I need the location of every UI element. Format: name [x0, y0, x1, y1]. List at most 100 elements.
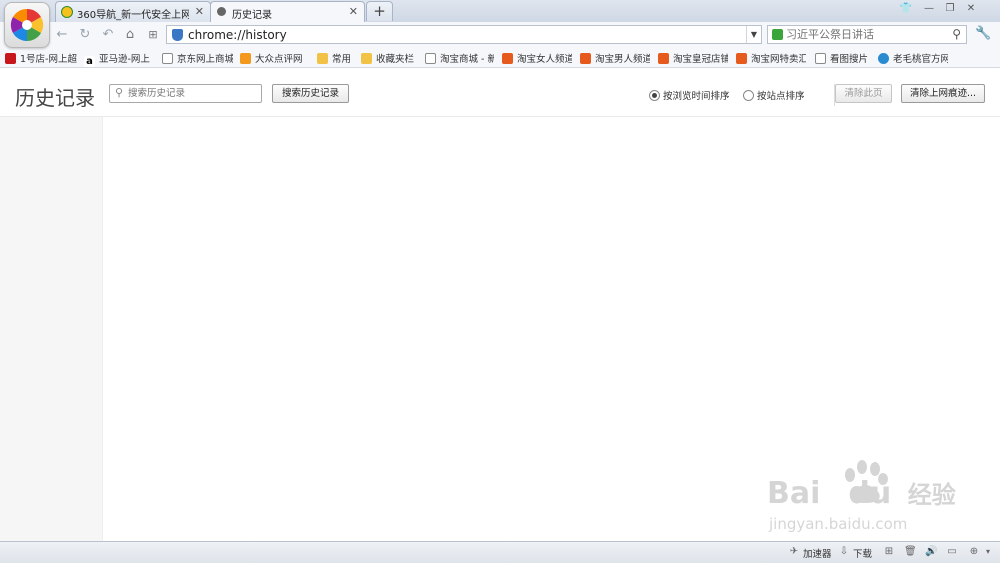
bookmark-folder-common[interactable]: 常用 [317, 51, 357, 65]
clear-history-button[interactable]: 清除上网痕迹... [901, 84, 985, 103]
search-history-button[interactable]: 搜索历史记录 [272, 84, 349, 103]
bookmark-label: 常用 [332, 54, 352, 65]
clear-page-button[interactable]: 清除此页 [835, 84, 892, 103]
radio-selected-icon [649, 90, 660, 101]
bookmarks-bar: 1号店-网上超 a 亚马逊-网上 京东网上商城 大众点评网 常用 收藏夹栏 淘宝商… [0, 47, 1000, 68]
folder-icon [361, 53, 372, 64]
dianping-icon [240, 53, 251, 64]
dropdown-icon[interactable]: ▼ [746, 26, 761, 43]
folder-icon [317, 53, 328, 64]
address-url: chrome://history [188, 28, 287, 42]
yhd-icon [5, 53, 16, 64]
bookmark-jd[interactable]: 京东网上商城 [162, 51, 233, 65]
radio-label: 按站点排序 [757, 91, 805, 102]
watermark-brand-du: du [848, 476, 892, 511]
search-box[interactable]: ⚲ [767, 25, 967, 44]
wrench-icon[interactable]: 🔧 [975, 26, 991, 41]
tab-360-navigation[interactable]: 360导航_新一代安全上网导 ✕ [55, 1, 211, 22]
bookmark-laomaotao[interactable]: 老毛桃官方网 [878, 51, 948, 65]
bookmark-image-search[interactable]: 看图搜片 [815, 51, 873, 65]
window-icon[interactable]: ▭ [946, 546, 958, 558]
search-engine-icon[interactable] [772, 29, 783, 40]
bookmark-taobao-sale[interactable]: 淘宝网特卖汇 [736, 51, 806, 65]
accelerator-label[interactable]: 加速器 [803, 546, 832, 560]
search-icon[interactable]: ⚲ [952, 27, 961, 41]
zoom-icon[interactable]: ⊕ [968, 546, 980, 558]
bookmark-label: 淘宝网特卖汇 [751, 54, 806, 65]
watermark-brand: Bai [767, 476, 821, 511]
bookmark-label: 淘宝女人频道 [517, 54, 572, 65]
accelerator-icon[interactable]: ✈ [788, 546, 800, 558]
bookmark-label: 淘宝皇冠店铺 [673, 54, 728, 65]
watermark-url: jingyan.baidu.com [769, 515, 908, 533]
status-bar: ✈ 加速器 ⇩ 下载 ⊞ 🗑 🔊 ▭ ⊕ ▾ [0, 541, 1000, 563]
bookmark-label: 老毛桃官方网 [893, 54, 948, 65]
trash-icon[interactable]: 🗑 [904, 546, 917, 558]
close-icon[interactable]: ✕ [195, 5, 204, 18]
bookmark-label: 大众点评网 [255, 54, 303, 65]
bookmark-taobao-crown[interactable]: 淘宝皇冠店铺 [658, 51, 728, 65]
chevron-down-icon[interactable]: ▾ [982, 546, 994, 558]
close-icon[interactable]: ✕ [349, 5, 358, 18]
bookmark-label: 京东网上商城 [177, 54, 233, 65]
address-bar[interactable]: chrome://history ▼ [166, 25, 762, 44]
browser-logo[interactable] [4, 2, 50, 48]
page-icon [162, 53, 173, 64]
download-icon[interactable]: ⇩ [838, 546, 850, 558]
watermark-jingyan: 经验 [907, 481, 956, 509]
home-icon[interactable]: ⌂ [122, 27, 138, 43]
bookmark-label: 收藏夹栏 [376, 54, 415, 65]
clock-icon [217, 7, 226, 16]
refresh-icon[interactable]: ↻ [77, 27, 93, 43]
taobao-icon [736, 53, 747, 64]
laomaotao-icon [878, 53, 889, 64]
plus-box-icon[interactable]: ⊞ [883, 546, 895, 558]
tab-label: 360导航_新一代安全上网导 [77, 10, 189, 21]
title-bar: 360导航_新一代安全上网导 ✕ 历史记录 ✕ + 👕 — ❐ ✕ [0, 0, 1000, 23]
360-icon [61, 6, 73, 18]
bookmark-folder-favorites[interactable]: 收藏夹栏 [361, 51, 419, 65]
tab-label: 历史记录 [232, 10, 272, 21]
search-icon: ⚲ [115, 86, 124, 99]
360-browser-logo-icon [10, 8, 44, 42]
minimize-icon[interactable]: — [920, 2, 938, 16]
baidu-jingyan-watermark: Bai du 经验 jingyan.baidu.com [765, 455, 965, 537]
shirt-icon[interactable]: 👕 [897, 2, 915, 16]
history-header: 历史记录 ⚲ 搜索历史记录 按浏览时间排序 按站点排序 清除此页 清除上网痕迹.… [0, 68, 1000, 117]
amazon-icon: a [84, 56, 95, 67]
radio-icon [743, 90, 754, 101]
shield-icon [172, 29, 183, 41]
history-sidebar [0, 117, 103, 541]
page-icon [815, 53, 826, 64]
history-search-input[interactable] [128, 86, 258, 101]
taobao-icon [580, 53, 591, 64]
bookmark-taobao-men[interactable]: 淘宝男人频道 [580, 51, 650, 65]
new-tab-button[interactable]: + [366, 1, 393, 21]
bookmark-label: 看图搜片 [830, 54, 869, 65]
search-input[interactable] [786, 27, 946, 42]
taobao-icon [658, 53, 669, 64]
page-icon [425, 53, 436, 64]
sort-by-site-radio[interactable]: 按站点排序 [743, 88, 805, 102]
radio-label: 按浏览时间排序 [663, 91, 730, 102]
bookmark-label: 淘宝商城 - 新 [440, 54, 494, 65]
bookmark-label: 亚马逊-网上 [99, 54, 150, 65]
back-icon[interactable]: ← [54, 27, 70, 43]
apps-icon[interactable]: ⊞ [145, 27, 161, 43]
history-search-field[interactable]: ⚲ [109, 84, 262, 103]
bookmark-amazon[interactable]: a 亚马逊-网上 [84, 51, 154, 67]
undo-close-icon[interactable]: ↶ [100, 27, 116, 43]
sort-by-time-radio[interactable]: 按浏览时间排序 [649, 88, 730, 102]
download-label[interactable]: 下载 [853, 546, 872, 560]
speaker-icon[interactable]: 🔊 [925, 546, 937, 558]
taobao-icon [502, 53, 513, 64]
tab-history[interactable]: 历史记录 ✕ [210, 1, 365, 23]
restore-icon[interactable]: ❐ [941, 2, 959, 16]
bookmark-dianping[interactable]: 大众点评网 [240, 51, 310, 65]
bookmark-taobao-women[interactable]: 淘宝女人频道 [502, 51, 572, 65]
bookmark-label: 淘宝男人频道 [595, 54, 650, 65]
bookmark-label: 1号店-网上超 [20, 54, 77, 65]
bookmark-yhd[interactable]: 1号店-网上超 [5, 51, 77, 65]
bookmark-tmall[interactable]: 淘宝商城 - 新 [425, 51, 494, 65]
close-icon[interactable]: ✕ [962, 2, 980, 16]
